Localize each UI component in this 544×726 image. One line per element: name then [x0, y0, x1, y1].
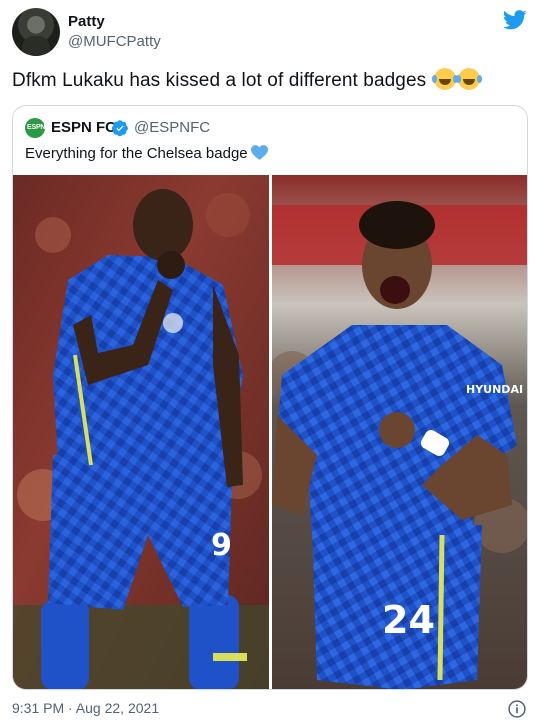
blue-heart-icon [250, 145, 268, 160]
quoted-tweet[interactable]: ESPN ESPN FC @ESPNFC Everything for the … [12, 105, 528, 690]
author-handle[interactable]: @MUFCPatty [68, 33, 161, 50]
author-name[interactable]: Patty [68, 13, 105, 30]
quoted-author-handle[interactable]: @ESPNFC [134, 119, 210, 136]
author-avatar[interactable] [12, 8, 60, 56]
verified-badge-icon [111, 120, 128, 137]
photo-lukaku[interactable]: 9 [13, 175, 269, 689]
laughing-emoji-icon [431, 68, 456, 90]
quoted-author-name[interactable]: ESPN FC [51, 119, 116, 136]
shirt-number-24: 24 [382, 598, 435, 642]
tweet-body: Dfkm Lukaku has kissed a lot of differen… [12, 70, 427, 91]
quoted-body: Everything for the Chelsea badge [25, 145, 248, 162]
tweet-timestamp[interactable]: 9:31 PM · Aug 22, 2021 [12, 700, 159, 716]
tweet-text: Dfkm Lukaku has kissed a lot of differen… [12, 68, 480, 92]
sponsor-label: HYUNDAI [466, 383, 523, 396]
quoted-avatar[interactable]: ESPN [25, 118, 45, 138]
photo-james[interactable]: HYUNDAI 24 [272, 175, 527, 689]
shirt-number-9: 9 [211, 528, 232, 563]
media-grid: 9 HYUNDAI 24 [13, 175, 527, 689]
laughing-emoji-icon [455, 68, 480, 90]
tweet-card: Patty @MUFCPatty Dfkm Lukaku has kissed … [0, 0, 544, 726]
twitter-bird-icon[interactable] [503, 10, 527, 30]
quoted-tweet-text: Everything for the Chelsea badge [25, 145, 268, 162]
info-icon[interactable] [507, 699, 527, 719]
